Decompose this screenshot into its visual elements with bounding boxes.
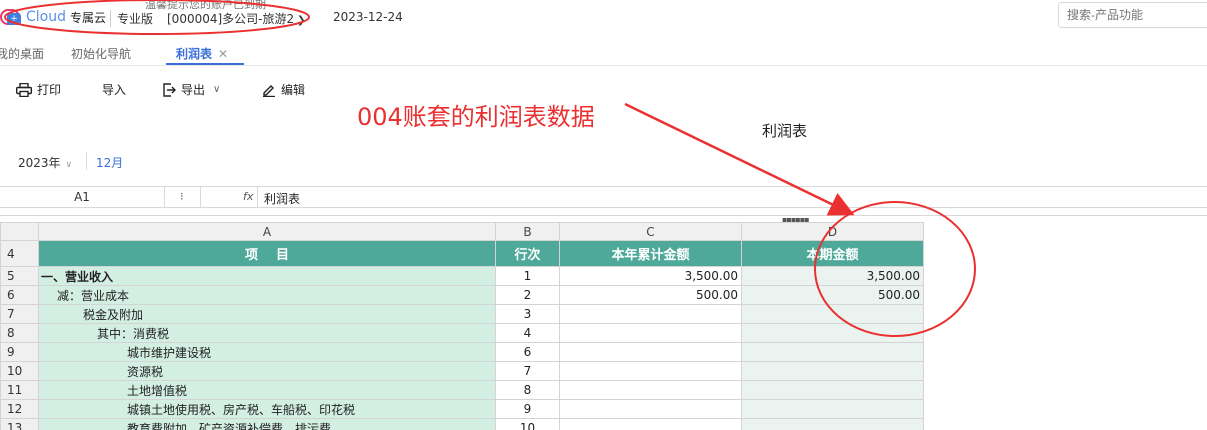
app-window: 温馨提示您的账户已到期 + Cloud 专属云 专业版 [000004]多公司-…: [0, 0, 1207, 430]
annotation-ellipse-amount: [814, 201, 976, 337]
annotation-ellipse-account: [4, 0, 310, 35]
annotation-arrow: [624, 102, 855, 216]
annotation-overlay: [4, 0, 976, 337]
